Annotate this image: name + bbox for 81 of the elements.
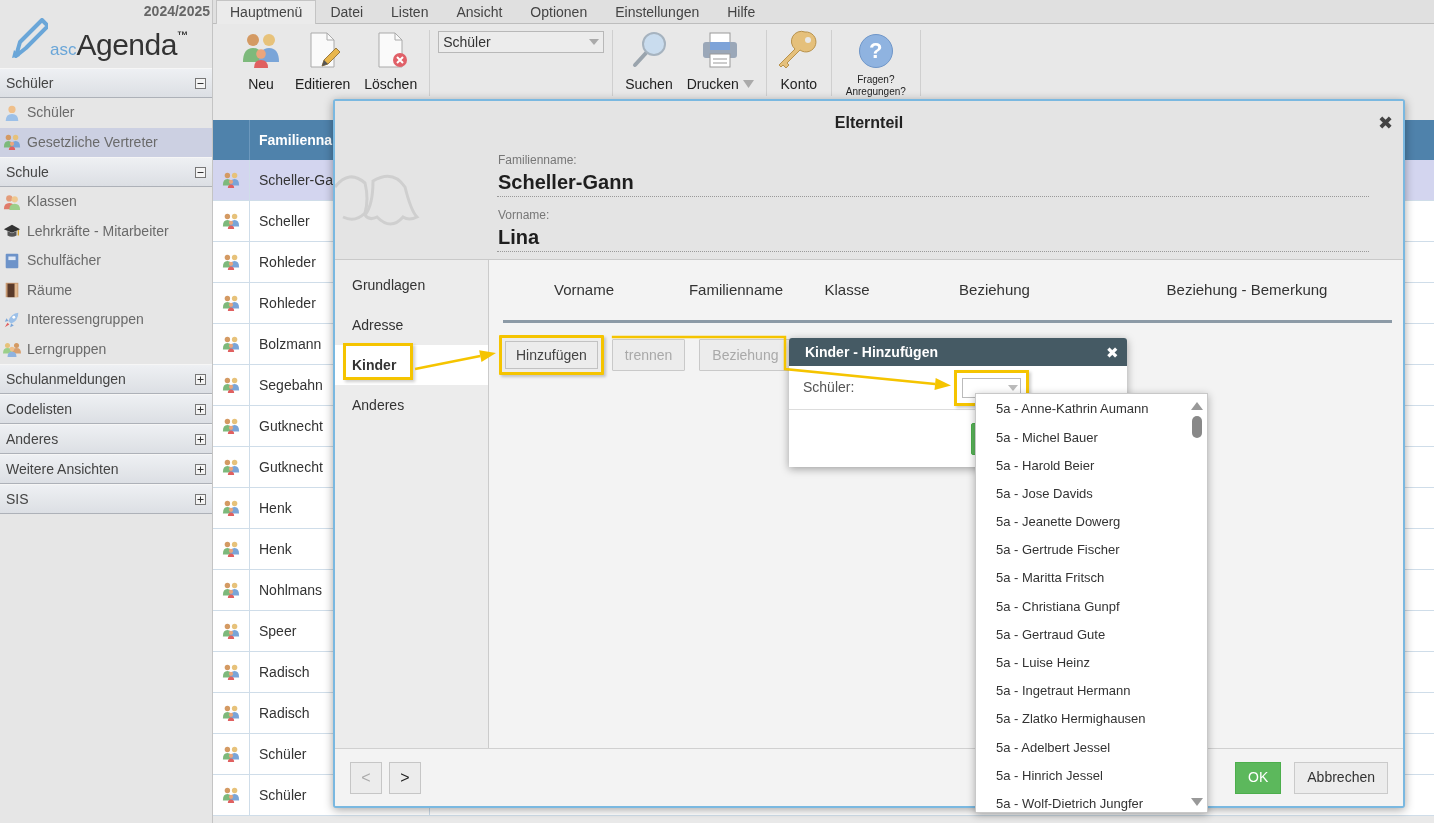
item-label: Interessengruppen bbox=[27, 310, 144, 330]
column-header[interactable]: Familienname bbox=[665, 278, 807, 302]
item-label: Lehrkräfte - Mitarbeiter bbox=[27, 221, 169, 241]
list-option[interactable]: 5a - Luise Heinz bbox=[976, 648, 1187, 677]
sidebar-section-header[interactable]: Schüler bbox=[0, 68, 212, 98]
item-label: Klassen bbox=[27, 192, 77, 212]
list-option[interactable]: 5a - Maritta Fritsch bbox=[976, 564, 1187, 593]
field-label: Familienname: bbox=[498, 152, 578, 168]
menu-tab[interactable]: Einstellungen bbox=[601, 0, 714, 23]
toolbar-button[interactable]: Editieren bbox=[291, 30, 355, 93]
dialog-title: Elternteil bbox=[834, 112, 904, 133]
action-button[interactable]: Hinzufügen bbox=[499, 335, 604, 375]
list-option[interactable]: 5a - Zlatko Hermighausen bbox=[976, 705, 1187, 734]
school-year: 2024/2025 bbox=[143, 2, 210, 21]
section-title: Codelisten bbox=[6, 399, 73, 419]
toolbar-button[interactable]: Konto bbox=[774, 30, 823, 93]
list-option[interactable]: 5a - Anne-Kathrin Aumann bbox=[976, 395, 1187, 424]
item-label: Schulfächer bbox=[27, 251, 101, 271]
menu-tab[interactable]: Optionen bbox=[516, 0, 602, 23]
toolbar-button[interactable]: Neu bbox=[237, 30, 285, 93]
sidebar-item[interactable]: Gesetzliche Vertreter bbox=[0, 127, 212, 157]
sidebar-item[interactable]: Räume bbox=[0, 275, 212, 305]
sidebar-item[interactable]: Klassen bbox=[0, 187, 212, 217]
list-option[interactable]: 5a - Gertraud Gute bbox=[976, 620, 1187, 649]
toolbar-button[interactable]: Drucken bbox=[682, 30, 758, 93]
app-logo-text: ascAgenda™ bbox=[50, 30, 188, 60]
sidebar-item[interactable]: Interessengruppen bbox=[0, 305, 212, 335]
list-option[interactable]: 5a - Adelbert Jessel bbox=[976, 733, 1187, 762]
list-option[interactable]: 5a - Hinrich Jessel bbox=[976, 761, 1187, 790]
list-option[interactable]: 5a - Jose Davids bbox=[976, 479, 1187, 508]
next-button[interactable]: > bbox=[389, 761, 421, 794]
sidebar-section-header[interactable]: Weitere Ansichten bbox=[0, 454, 212, 484]
list-option[interactable]: 5a - Ingetraut Hermann bbox=[976, 676, 1187, 706]
close-button[interactable]: ✖ bbox=[1106, 344, 1119, 360]
sidebar-section-header[interactable]: Schule bbox=[0, 157, 212, 187]
column-header[interactable]: Beziehung - Bemerkung bbox=[1102, 278, 1392, 302]
list-option[interactable]: 5a - Harold Beier bbox=[976, 451, 1187, 480]
list-option[interactable]: 5a - Christiana Gunpf bbox=[976, 592, 1187, 621]
sidebar-item[interactable]: Schulfächer bbox=[0, 246, 212, 276]
menu-tab[interactable]: Datei bbox=[316, 0, 378, 23]
sidebar-section-header[interactable]: SIS bbox=[0, 484, 212, 514]
list-option[interactable]: 5a - Michel Bauer bbox=[976, 423, 1187, 452]
sidebar-section-header[interactable]: Codelisten bbox=[0, 394, 212, 424]
list-option[interactable]: 5a - Gertrude Fischer bbox=[976, 535, 1187, 565]
cancel-button[interactable]: Abbrechen bbox=[1294, 761, 1388, 794]
menu-tab[interactable]: Listen bbox=[377, 0, 443, 23]
help-icon: ? bbox=[858, 34, 893, 68]
popup-title: Kinder - Hinzufügen bbox=[805, 342, 938, 362]
column-header[interactable]: Klasse bbox=[807, 278, 887, 302]
item-label: Räume bbox=[27, 280, 73, 300]
section-title: SIS bbox=[6, 489, 29, 509]
field-value: Lina bbox=[497, 223, 1369, 252]
sidebar-item[interactable]: Lerngruppen bbox=[0, 334, 212, 364]
section-title: Schule bbox=[6, 162, 49, 182]
menu-tab[interactable]: Hilfe bbox=[713, 0, 770, 23]
close-button[interactable]: ✖ bbox=[1378, 113, 1393, 132]
item-label: Gesetzliche Vertreter bbox=[27, 132, 158, 152]
sidebar-section-header[interactable]: Anderes bbox=[0, 424, 212, 454]
field-label: Schüler: bbox=[803, 378, 856, 397]
toolbar-button[interactable]: Suchen bbox=[621, 30, 677, 93]
section-title: Schulanmeldungen bbox=[6, 369, 126, 389]
field-value: Scheller-Gann bbox=[497, 168, 1369, 197]
item-label: Lerngruppen bbox=[27, 339, 107, 359]
view-select[interactable]: Schüler bbox=[438, 31, 605, 53]
list-option[interactable]: 5a - Jeanette Dowerg bbox=[976, 507, 1187, 536]
menu-tab[interactable]: Hauptmenü bbox=[216, 0, 317, 24]
list-option[interactable]: 5a - Wolf-Dietrich Jungfer bbox=[976, 789, 1187, 812]
item-label: Schüler bbox=[27, 103, 75, 123]
nav-tab[interactable]: Kinder bbox=[335, 345, 488, 385]
section-title: Schüler bbox=[6, 73, 54, 93]
column-header[interactable]: Vorname bbox=[503, 278, 665, 302]
toolbar-button[interactable]: Löschen bbox=[360, 30, 422, 93]
section-title: Anderes bbox=[6, 429, 59, 449]
column-header[interactable]: Beziehung bbox=[887, 278, 1102, 302]
sidebar-item[interactable]: Lehrkräfte - Mitarbeiter bbox=[0, 216, 212, 246]
sidebar-section-header[interactable]: Schulanmeldungen bbox=[0, 364, 212, 394]
section-title: Weitere Ansichten bbox=[6, 459, 119, 479]
field-label: Vorname: bbox=[498, 207, 551, 223]
toolbar-button[interactable]: ? Fragen? Anregungen? bbox=[839, 30, 912, 98]
menu-tab[interactable]: Ansicht bbox=[442, 0, 517, 23]
sidebar-item[interactable]: Schüler bbox=[0, 98, 212, 128]
